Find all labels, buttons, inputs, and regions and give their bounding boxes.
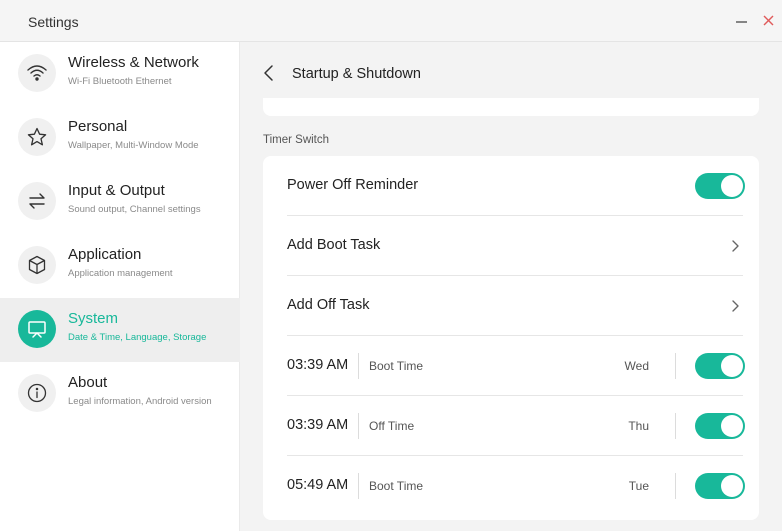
sidebar-item-subtitle: Legal information, Android version	[68, 396, 212, 407]
sidebar-item-wireless-network[interactable]: Wireless & Network Wi-Fi Bluetooth Ether…	[0, 42, 240, 106]
task-type: Off Time	[369, 419, 415, 433]
timer-task-row[interactable]: 05:49 AM Boot Time Tue	[287, 456, 745, 516]
settings-window: Settings Wireless & Network Wi-Fi Blueto…	[0, 0, 782, 531]
task-time: 03:39 AM	[287, 357, 349, 373]
sidebar-item-subtitle: Sound output, Channel settings	[68, 204, 201, 215]
task-day: Thu	[628, 419, 649, 433]
sidebar-item-about[interactable]: About Legal information, Android version	[0, 362, 240, 426]
toggle-knob	[721, 175, 743, 197]
task-day: Wed	[624, 359, 649, 373]
sidebar-item-subtitle: Wi-Fi Bluetooth Ethernet	[68, 76, 172, 87]
add-boot-task-label: Add Boot Task	[287, 237, 381, 253]
divider	[675, 353, 676, 379]
add-boot-task-row[interactable]: Add Boot Task	[287, 216, 743, 276]
sidebar-item-subtitle: Wallpaper, Multi-Window Mode	[68, 140, 199, 151]
sidebar-item-input-output[interactable]: Input & Output Sound output, Channel set…	[0, 170, 240, 234]
divider	[358, 353, 359, 379]
sidebar-item-title: System	[68, 310, 119, 327]
previous-card-edge	[263, 98, 759, 116]
task-time: 03:39 AM	[287, 417, 349, 433]
add-off-task-label: Add Off Task	[287, 297, 370, 313]
sidebar-item-personal[interactable]: Personal Wallpaper, Multi-Window Mode	[0, 106, 240, 170]
divider	[358, 413, 359, 439]
timer-task-row[interactable]: 03:39 AM Off Time Thu	[287, 396, 745, 456]
sidebar-item-title: Application	[68, 246, 142, 263]
divider	[358, 473, 359, 499]
chevron-right-icon	[729, 296, 741, 316]
power-off-reminder-toggle[interactable]	[695, 173, 745, 199]
toggle-knob	[721, 415, 743, 437]
sidebar-item-subtitle: Application management	[68, 268, 173, 279]
sidebar-item-system[interactable]: System Date & Time, Language, Storage	[0, 298, 240, 362]
close-button[interactable]	[759, 10, 779, 30]
toggle-knob	[721, 355, 743, 377]
star-icon	[18, 118, 56, 156]
timer-switch-card: Power Off Reminder Add Boot Task Add Off…	[263, 156, 759, 520]
add-off-task-row[interactable]: Add Off Task	[287, 276, 743, 336]
task-toggle[interactable]	[695, 353, 745, 379]
sidebar: Wireless & Network Wi-Fi Bluetooth Ether…	[0, 42, 240, 531]
task-type: Boot Time	[369, 479, 424, 493]
task-time: 05:49 AM	[287, 477, 349, 493]
sidebar-item-application[interactable]: Application Application management	[0, 234, 240, 298]
task-toggle[interactable]	[695, 473, 745, 499]
sidebar-item-subtitle: Date & Time, Language, Storage	[68, 332, 207, 343]
minimize-icon	[736, 21, 747, 23]
page-title: Startup & Shutdown	[292, 66, 421, 82]
toggle-knob	[721, 475, 743, 497]
task-day: Tue	[628, 479, 649, 493]
title-bar: Settings	[0, 0, 782, 42]
cube-icon	[18, 246, 56, 284]
main-panel: Startup & Shutdown Timer Switch Power Of…	[241, 42, 782, 531]
section-label-timer-switch: Timer Switch	[263, 134, 330, 146]
task-type: Boot Time	[369, 359, 424, 373]
close-icon	[763, 15, 774, 26]
page-header: Startup & Shutdown	[241, 42, 782, 104]
monitor-icon	[18, 310, 56, 348]
chevron-right-icon	[729, 236, 741, 256]
power-off-reminder-label: Power Off Reminder	[287, 177, 419, 193]
chevron-left-icon	[264, 65, 273, 81]
window-title: Settings	[28, 14, 79, 30]
task-toggle[interactable]	[695, 413, 745, 439]
sidebar-item-title: Input & Output	[68, 182, 165, 199]
sidebar-item-title: About	[68, 374, 108, 391]
swap-arrows-icon	[18, 182, 56, 220]
info-icon	[18, 374, 56, 412]
minimize-button[interactable]	[732, 10, 752, 30]
sidebar-item-title: Personal	[68, 118, 128, 135]
divider	[675, 473, 676, 499]
wifi-icon	[18, 54, 56, 92]
power-off-reminder-row: Power Off Reminder	[287, 156, 745, 216]
divider	[675, 413, 676, 439]
timer-task-row[interactable]: 03:39 AM Boot Time Wed	[287, 336, 745, 396]
back-button[interactable]	[261, 63, 279, 83]
sidebar-item-title: Wireless & Network	[68, 54, 199, 71]
